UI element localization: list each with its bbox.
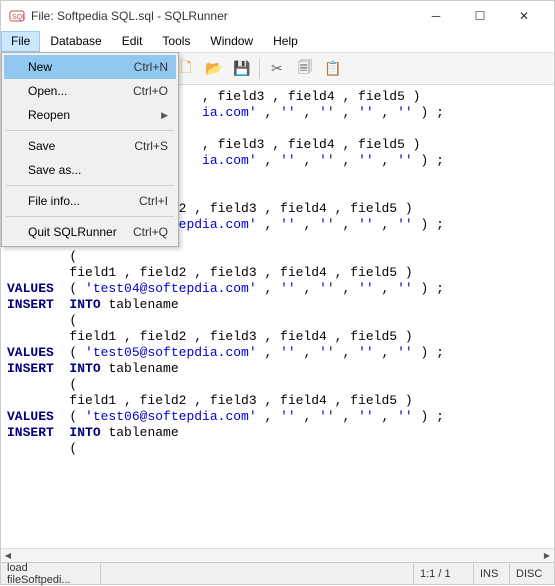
- minimize-button[interactable]: ─: [414, 2, 458, 30]
- menu-file-fileinfo[interactable]: File info...Ctrl+I: [4, 189, 176, 213]
- menu-separator: [6, 130, 174, 131]
- menu-help[interactable]: Help: [263, 31, 308, 52]
- toolbar-open-icon[interactable]: 📂: [201, 56, 227, 82]
- app-icon: SQL: [9, 8, 25, 24]
- window-title: File: Softpedia SQL.sql - SQLRunner: [31, 9, 414, 23]
- chevron-right-icon: ▶: [161, 110, 168, 121]
- toolbar-paste-icon[interactable]: 📋: [320, 56, 346, 82]
- menu-file[interactable]: File: [1, 31, 40, 52]
- menu-file-reopen[interactable]: Reopen▶: [4, 103, 176, 127]
- menu-database[interactable]: Database: [40, 31, 111, 52]
- menu-edit[interactable]: Edit: [112, 31, 153, 52]
- close-button[interactable]: ✕: [502, 2, 546, 30]
- statusbar: load fileSoftpedi... 1:1 / 1 INS DISC: [1, 562, 554, 584]
- svg-text:SQL: SQL: [12, 14, 25, 21]
- toolbar-copy-icon[interactable]: 🗐: [292, 56, 318, 82]
- status-insert-mode: INS: [474, 563, 510, 584]
- menu-window[interactable]: Window: [200, 31, 263, 52]
- menu-file-new[interactable]: NewCtrl+N: [4, 55, 176, 79]
- toolbar-cut-icon[interactable]: ✂: [264, 56, 290, 82]
- status-position: 1:1 / 1: [414, 563, 474, 584]
- menu-file-open[interactable]: Open...Ctrl+O: [4, 79, 176, 103]
- menu-separator: [6, 185, 174, 186]
- menu-tools[interactable]: Tools: [152, 31, 200, 52]
- menubar: File Database Edit Tools Window Help New…: [1, 31, 554, 53]
- maximize-button[interactable]: ☐: [458, 2, 502, 30]
- menu-file-quit[interactable]: Quit SQLRunnerCtrl+Q: [4, 220, 176, 244]
- menu-file-save[interactable]: SaveCtrl+S: [4, 134, 176, 158]
- menu-separator: [6, 216, 174, 217]
- menu-file-saveas[interactable]: Save as...: [4, 158, 176, 182]
- status-connection: DISC: [510, 563, 554, 584]
- scroll-left-icon[interactable]: ◀: [1, 549, 15, 562]
- toolbar-save-icon[interactable]: 💾: [229, 56, 255, 82]
- titlebar: SQL File: Softpedia SQL.sql - SQLRunner …: [1, 1, 554, 31]
- scroll-right-icon[interactable]: ▶: [540, 549, 554, 562]
- status-spacer: [101, 563, 414, 584]
- horizontal-scrollbar[interactable]: ◀ ▶: [1, 548, 554, 562]
- file-dropdown: NewCtrl+N Open...Ctrl+O Reopen▶ SaveCtrl…: [1, 52, 179, 247]
- status-loadfile: load fileSoftpedi...: [1, 563, 101, 584]
